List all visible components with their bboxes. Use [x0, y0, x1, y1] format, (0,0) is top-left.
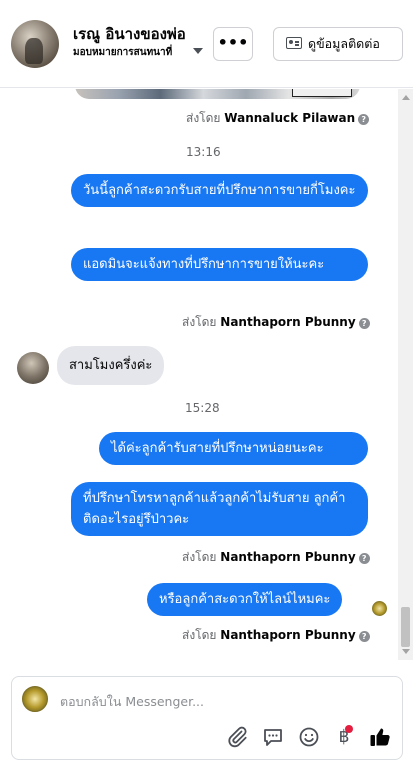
emoji-icon[interactable]	[297, 725, 321, 749]
contact-avatar[interactable]	[11, 20, 59, 68]
scroll-down-arrow-icon[interactable]	[402, 649, 410, 654]
outgoing-message[interactable]: ได้ค่ะลูกค้ารับสายที่ปรึกษาหน่อยนะคะ	[99, 432, 368, 465]
scrollbar[interactable]	[398, 89, 413, 660]
timestamp: 15:28	[185, 401, 220, 415]
outgoing-message[interactable]: แอดมินจะแจ้งทางที่ปรึกษาการขายให้นะคะ	[71, 248, 368, 281]
sent-by-label: ส่งโดย Nanthaporn Pbunny?	[182, 626, 370, 645]
info-icon[interactable]: ?	[358, 318, 370, 329]
conversation-header: เรณู อินางของพ่อ มอบหมายการสนทนาที่ ••• …	[0, 0, 413, 88]
contact-card-icon	[286, 37, 302, 49]
saved-reply-icon[interactable]	[261, 725, 285, 749]
scrollbar-thumb[interactable]	[401, 607, 410, 647]
info-icon[interactable]: ?	[358, 553, 370, 564]
view-contact-info-label: ดูข้อมูลติดต่อ	[308, 36, 380, 51]
timestamp: 13:16	[186, 145, 221, 159]
outgoing-message[interactable]: หรือลูกค้าสะดวกให้ไลน์ไหมคะ	[147, 583, 343, 616]
notification-badge	[345, 725, 353, 733]
payment-icon[interactable]: ฿	[332, 725, 356, 749]
incoming-message[interactable]: สามโมงครึ่งค่ะ	[57, 346, 165, 385]
info-icon[interactable]: ?	[358, 631, 370, 642]
sent-by-label: ส่งโดย Nanthaporn Pbunny?	[182, 313, 370, 332]
reply-composer: ฿	[11, 676, 403, 760]
shared-image-attachment[interactable]	[75, 89, 360, 99]
assign-conversation-label[interactable]: มอบหมายการสนทนาที่	[73, 45, 172, 60]
paperclip-icon[interactable]	[225, 725, 249, 749]
reply-input[interactable]	[60, 691, 380, 711]
seen-indicator-avatar	[372, 601, 387, 616]
outgoing-message[interactable]: ที่ปรึกษาโทรหาลูกค้าแล้วลูกค้าไม่รับสาย …	[71, 482, 368, 536]
more-options-button[interactable]: •••	[213, 27, 253, 61]
like-icon[interactable]	[368, 725, 392, 749]
contact-name[interactable]: เรณู อินางของพ่อ	[73, 22, 186, 46]
page-avatar	[22, 686, 48, 712]
contact-avatar-small[interactable]	[17, 352, 49, 384]
info-icon[interactable]: ?	[358, 114, 370, 125]
message-thread: ส่งโดย Wannaluck Pilawan? 13:16 วันนี้ลู…	[0, 89, 413, 660]
chevron-down-icon[interactable]	[193, 48, 203, 54]
view-contact-info-button[interactable]: ดูข้อมูลติดต่อ	[273, 27, 403, 61]
sent-by-label: ส่งโดย Nanthaporn Pbunny?	[182, 548, 370, 567]
sent-by-label: ส่งโดย Wannaluck Pilawan?	[186, 109, 370, 128]
scroll-up-arrow-icon[interactable]	[402, 95, 410, 100]
outgoing-message[interactable]: วันนี้ลูกค้าสะดวกรับสายที่ปรึกษาการขายกี…	[71, 174, 368, 207]
